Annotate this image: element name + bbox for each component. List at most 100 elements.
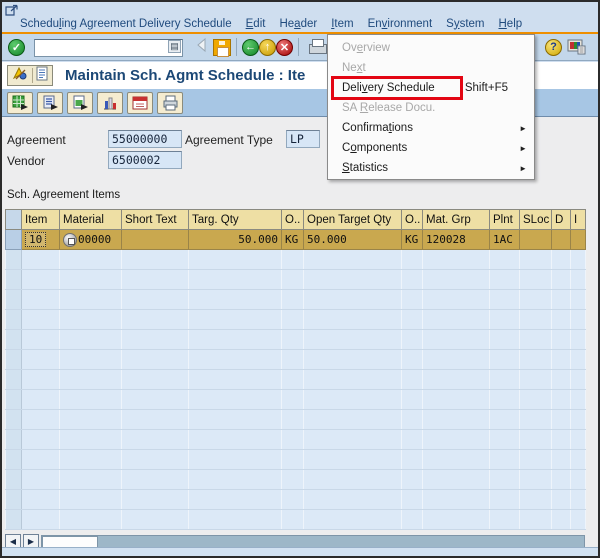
- cell-short-text[interactable]: [122, 230, 189, 250]
- form-area: Agreement 55000000 Agreement Type LP Ven…: [2, 117, 598, 556]
- question-icon: ?: [550, 41, 557, 53]
- title-icon-box: [7, 65, 53, 86]
- col-item[interactable]: Item: [22, 210, 60, 230]
- enter-button[interactable]: ✓: [8, 39, 25, 56]
- scroll-right-icon: ▶: [28, 537, 34, 546]
- page-green-icon: [72, 95, 89, 111]
- col-material[interactable]: Material: [60, 210, 122, 230]
- items-table-wrap: Item Material Short Text Targ. Qty O.. O…: [5, 209, 586, 530]
- toolbar-separator: [298, 38, 299, 56]
- cell-sloc[interactable]: [520, 230, 552, 250]
- back-button[interactable]: ←: [242, 39, 259, 56]
- table-row-selected: 10 00000 50.000 KG 50.000 KG 120028: [6, 230, 586, 250]
- cell-d[interactable]: [552, 230, 571, 250]
- table-row-empty: [6, 410, 586, 430]
- table-row-empty: [6, 250, 586, 270]
- cell-i[interactable]: [571, 230, 586, 250]
- table-body: 10 00000 50.000 KG 50.000 KG 120028: [6, 230, 586, 530]
- menu-item-edit[interactable]: Edit: [239, 18, 273, 30]
- menu-item-item[interactable]: Item: [324, 18, 360, 30]
- menu-option-statistics[interactable]: Statistics ►: [328, 158, 534, 178]
- col-mat-grp[interactable]: Mat. Grp: [423, 210, 490, 230]
- col-sloc[interactable]: SLoc: [520, 210, 552, 230]
- save-button[interactable]: [213, 39, 231, 56]
- material-detail-icon[interactable]: [63, 233, 77, 247]
- item-menu-dropdown: Overview ► Next ► Delivery Schedule Shif…: [327, 34, 535, 180]
- row-select-cell[interactable]: [6, 230, 22, 250]
- table-row-empty: [6, 430, 586, 450]
- page-title: Maintain Sch. Agmt Schedule : Ite: [65, 67, 305, 84]
- menu-option-delivery-schedule[interactable]: Delivery Schedule Shift+F5 ►: [328, 78, 534, 98]
- command-field-wrap: ▤: [34, 38, 183, 56]
- cell-oun1[interactable]: KG: [282, 230, 304, 250]
- item-details-button[interactable]: [37, 92, 63, 114]
- cell-targ-qty[interactable]: 50.000: [189, 230, 282, 250]
- table-row-empty: [6, 510, 586, 530]
- menu-item-environment[interactable]: Environment: [361, 18, 440, 30]
- table-row-empty: [6, 310, 586, 330]
- menu-option-components[interactable]: Components ►: [328, 138, 534, 158]
- exit-arrow-icon: ↑: [265, 41, 271, 53]
- cell-mat-grp[interactable]: 120028: [423, 230, 490, 250]
- command-dropdown-icon[interactable]: ▤: [168, 40, 181, 53]
- shortcut-label: Shift+F5: [465, 82, 534, 94]
- items-section-title: Sch. Agreement Items: [7, 189, 120, 201]
- cell-plnt[interactable]: 1AC: [490, 230, 520, 250]
- agreement-field[interactable]: 55000000: [108, 130, 182, 148]
- help-button[interactable]: ?: [545, 39, 562, 56]
- agreement-type-field[interactable]: LP: [286, 130, 320, 148]
- customize-layout-button[interactable]: [567, 39, 586, 55]
- select-all-header[interactable]: [6, 210, 22, 230]
- menu-option-overview: Overview ►: [328, 38, 534, 58]
- cell-item[interactable]: 10: [22, 230, 60, 250]
- cancel-x-icon: ✕: [280, 41, 289, 54]
- col-oun2[interactable]: O..: [402, 210, 423, 230]
- items-table: Item Material Short Text Targ. Qty O.. O…: [5, 209, 586, 530]
- exit-button[interactable]: ↑: [259, 39, 276, 56]
- print-button[interactable]: [308, 39, 326, 55]
- cell-open-target-qty[interactable]: 50.000: [304, 230, 402, 250]
- overview-page-icon[interactable]: [36, 66, 48, 86]
- item-overview-button[interactable]: [7, 92, 33, 114]
- schedule-lines-button[interactable]: [67, 92, 93, 114]
- page-lines-icon: [42, 95, 59, 111]
- vendor-field[interactable]: 6500002: [108, 151, 182, 169]
- col-short-text[interactable]: Short Text: [122, 210, 189, 230]
- icon-divider: [32, 68, 33, 83]
- menu-item-system[interactable]: System: [439, 18, 491, 30]
- menu-option-next: Next ►: [328, 58, 534, 78]
- green-grid-icon: [12, 95, 29, 111]
- display-change-icon[interactable]: [12, 66, 28, 86]
- menu-item-help[interactable]: Help: [491, 18, 529, 30]
- col-i[interactable]: I: [571, 210, 586, 230]
- cell-oun2[interactable]: KG: [402, 230, 423, 250]
- status-bar: [2, 547, 598, 556]
- menu-option-confirmations[interactable]: Confirmations ►: [328, 118, 534, 138]
- scroll-left-icon: ◀: [10, 537, 16, 546]
- delivery-schedule-button[interactable]: [127, 92, 153, 114]
- toolbar-separator: [236, 38, 237, 56]
- back-triangle-icon[interactable]: [195, 37, 207, 58]
- command-input[interactable]: [34, 39, 183, 57]
- table-row-empty: [6, 270, 586, 290]
- window-top-strip: [2, 2, 598, 15]
- statistics-button[interactable]: [97, 92, 123, 114]
- table-row-empty: [6, 390, 586, 410]
- agreement-type-label: Agreement Type: [185, 133, 273, 147]
- col-oun1[interactable]: O..: [282, 210, 304, 230]
- submenu-arrow-icon: ►: [519, 164, 527, 173]
- col-open-target-qty[interactable]: Open Target Qty: [304, 210, 402, 230]
- col-d[interactable]: D: [552, 210, 571, 230]
- table-row-empty: [6, 330, 586, 350]
- print-schedule-button[interactable]: [157, 92, 183, 114]
- col-targ-qty[interactable]: Targ. Qty: [189, 210, 282, 230]
- bar-chart-icon: [102, 95, 118, 111]
- col-plnt[interactable]: Plnt: [490, 210, 520, 230]
- back-arrow-icon: ←: [245, 41, 256, 53]
- cell-material[interactable]: 00000: [60, 230, 122, 250]
- table-row-empty: [6, 370, 586, 390]
- cancel-button[interactable]: ✕: [276, 39, 293, 56]
- menu-item-scheduling-agreement-delivery-schedule[interactable]: Scheduling Agreement Delivery Schedule: [20, 18, 239, 30]
- scrollbar-thumb[interactable]: [42, 536, 98, 548]
- menu-item-header[interactable]: Header: [272, 18, 324, 30]
